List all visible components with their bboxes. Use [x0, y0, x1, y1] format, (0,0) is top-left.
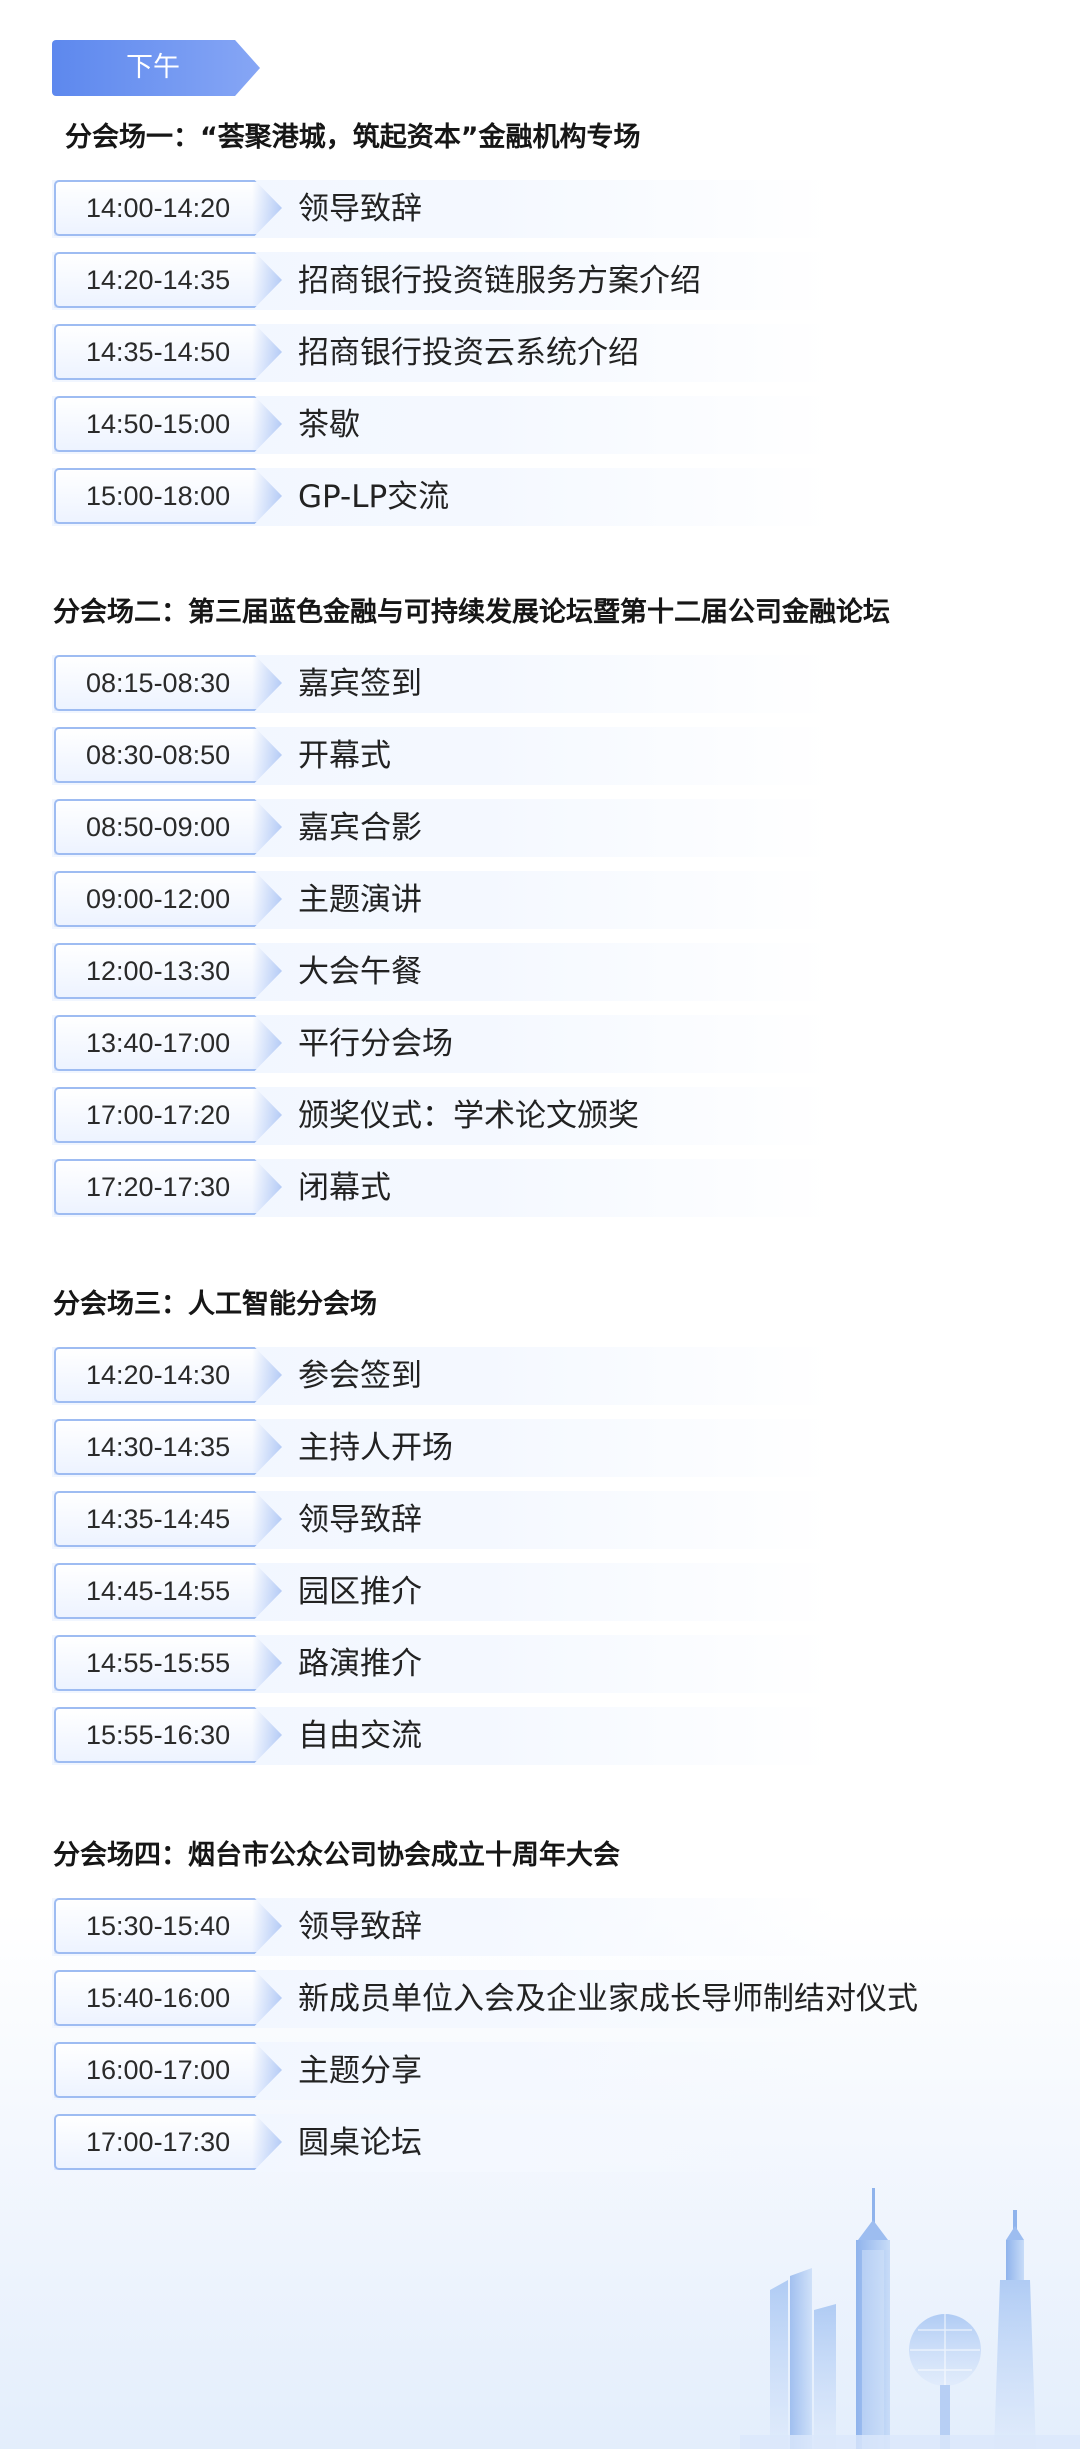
- time-tag: 14:35-14:45: [54, 1491, 282, 1547]
- session-2: 分会场二：第三届蓝色金融与可持续发展论坛暨第十二届公司金融论坛 08:15-08…: [0, 593, 1080, 1231]
- time-tag: 15:40-16:00: [54, 1970, 282, 2026]
- agenda-item: 招商银行投资云系统介绍: [298, 335, 639, 371]
- agenda-item: 主持人开场: [298, 1430, 453, 1466]
- agenda-item: 嘉宾签到: [298, 666, 422, 702]
- time-tag: 12:00-13:30: [54, 943, 282, 999]
- agenda-item: 闭幕式: [298, 1170, 391, 1206]
- time-tag: 14:55-15:55: [54, 1635, 282, 1691]
- agenda-row: 14:20-14:30 参会签到: [0, 1347, 1080, 1419]
- agenda-item: 大会午餐: [298, 954, 422, 990]
- time-tag: 09:00-12:00: [54, 871, 282, 927]
- agenda-row: 14:55-15:55 路演推介: [0, 1635, 1080, 1707]
- time-tag: 14:20-14:35: [54, 252, 282, 308]
- agenda-item: 招商银行投资链服务方案介绍: [298, 263, 701, 299]
- time-tag: 08:50-09:00: [54, 799, 282, 855]
- agenda-item: 领导致辞: [298, 1502, 422, 1538]
- session-4-title: 分会场四：烟台市公众公司协会成立十周年大会: [53, 1840, 620, 1871]
- agenda-row: 08:50-09:00 嘉宾合影: [0, 799, 1080, 871]
- time-tag: 08:15-08:30: [54, 655, 282, 711]
- agenda-row: 14:35-14:50 招商银行投资云系统介绍: [0, 324, 1080, 396]
- agenda-item: 园区推介: [298, 1574, 422, 1610]
- agenda-item: 圆桌论坛: [298, 2125, 422, 2161]
- session-2-items: 08:15-08:30 嘉宾签到 08:30-08:50 开幕式 08:50-09:…: [0, 655, 1080, 1231]
- time-tag: 17:20-17:30: [54, 1159, 282, 1215]
- session-1-title: 分会场一：“荟聚港城，筑起资本”金融机构专场: [65, 122, 641, 153]
- agenda-row: 17:00-17:30 圆桌论坛: [0, 2114, 1080, 2186]
- agenda-row: 15:00-18:00 GP-LP交流: [0, 468, 1080, 540]
- session-1-items: 14:00-14:20 领导致辞 14:20-14:35 招商银行投资链服务方案介绍…: [0, 180, 1080, 540]
- agenda-row: 14:50-15:00 茶歇: [0, 396, 1080, 468]
- session-2-title: 分会场二：第三届蓝色金融与可持续发展论坛暨第十二届公司金融论坛: [53, 597, 890, 628]
- time-tag: 15:55-16:30: [54, 1707, 282, 1763]
- agenda-row: 15:55-16:30 自由交流: [0, 1707, 1080, 1779]
- agenda-item: 茶歇: [298, 407, 360, 443]
- agenda-item: 主题分享: [298, 2053, 422, 2089]
- time-tag: 15:30-15:40: [54, 1898, 282, 1954]
- agenda-row: 14:20-14:35 招商银行投资链服务方案介绍: [0, 252, 1080, 324]
- agenda-item: 开幕式: [298, 738, 391, 774]
- agenda-row: 14:45-14:55 园区推介: [0, 1563, 1080, 1635]
- agenda-item: GP-LP交流: [298, 479, 450, 515]
- agenda-row: 13:40-17:00 平行分会场: [0, 1015, 1080, 1087]
- agenda-item: 颁奖仪式：学术论文颁奖: [298, 1098, 639, 1134]
- city-skyline-illustration: [740, 2188, 1080, 2449]
- time-tag: 14:00-14:20: [54, 180, 282, 236]
- agenda-row: 08:15-08:30 嘉宾签到: [0, 655, 1080, 727]
- session-1: 分会场一：“荟聚港城，筑起资本”金融机构专场 14:00-14:20 领导致辞 1…: [0, 118, 1080, 540]
- agenda-row: 12:00-13:30 大会午餐: [0, 943, 1080, 1015]
- session-3-title: 分会场三：人工智能分会场: [53, 1289, 377, 1320]
- session-3: 分会场三：人工智能分会场 14:20-14:30 参会签到 14:30-14:35…: [0, 1285, 1080, 1779]
- time-tag: 14:45-14:55: [54, 1563, 282, 1619]
- time-tag: 08:30-08:50: [54, 727, 282, 783]
- time-tag: 17:00-17:20: [54, 1087, 282, 1143]
- session-3-items: 14:20-14:30 参会签到 14:30-14:35 主持人开场 14:35-1…: [0, 1347, 1080, 1779]
- agenda-item: 领导致辞: [298, 1909, 422, 1945]
- agenda-item: 参会签到: [298, 1358, 422, 1394]
- agenda-item: 主题演讲: [298, 882, 422, 918]
- agenda-row: 14:30-14:35 主持人开场: [0, 1419, 1080, 1491]
- agenda-row: 08:30-08:50 开幕式: [0, 727, 1080, 799]
- agenda-row: 14:00-14:20 领导致辞: [0, 180, 1080, 252]
- agenda-page: 下午 分会场一：“荟聚港城，筑起资本”金融机构专场 14:00-14:20 领导致…: [0, 0, 1080, 2449]
- time-tag: 14:30-14:35: [54, 1419, 282, 1475]
- agenda-item: 嘉宾合影: [298, 810, 422, 846]
- afternoon-tag: 下午: [52, 40, 260, 96]
- agenda-row: 17:00-17:20 颁奖仪式：学术论文颁奖: [0, 1087, 1080, 1159]
- agenda-row: 15:30-15:40 领导致辞: [0, 1898, 1080, 1970]
- agenda-row: 09:00-12:00 主题演讲: [0, 871, 1080, 943]
- agenda-row: 17:20-17:30 闭幕式: [0, 1159, 1080, 1231]
- time-tag: 16:00-17:00: [54, 2042, 282, 2098]
- time-tag: 15:00-18:00: [54, 468, 282, 524]
- time-tag: 17:00-17:30: [54, 2114, 282, 2170]
- agenda-item: 自由交流: [298, 1718, 422, 1754]
- time-tag: 14:35-14:50: [54, 324, 282, 380]
- time-tag: 14:50-15:00: [54, 396, 282, 452]
- session-4-items: 15:30-15:40 领导致辞 15:40-16:00 新成员单位入会及企业家成长…: [0, 1898, 1080, 2186]
- time-tag: 14:20-14:30: [54, 1347, 282, 1403]
- agenda-row: 14:35-14:45 领导致辞: [0, 1491, 1080, 1563]
- time-tag: 13:40-17:00: [54, 1015, 282, 1071]
- session-4: 分会场四：烟台市公众公司协会成立十周年大会 15:30-15:40 领导致辞 15…: [0, 1836, 1080, 2186]
- agenda-item: 路演推介: [298, 1646, 422, 1682]
- agenda-item: 平行分会场: [298, 1026, 453, 1062]
- agenda-row: 16:00-17:00 主题分享: [0, 2042, 1080, 2114]
- agenda-item: 领导致辞: [298, 191, 422, 227]
- agenda-row: 15:40-16:00 新成员单位入会及企业家成长导师制结对仪式: [0, 1970, 1080, 2042]
- agenda-item: 新成员单位入会及企业家成长导师制结对仪式: [298, 1981, 918, 2017]
